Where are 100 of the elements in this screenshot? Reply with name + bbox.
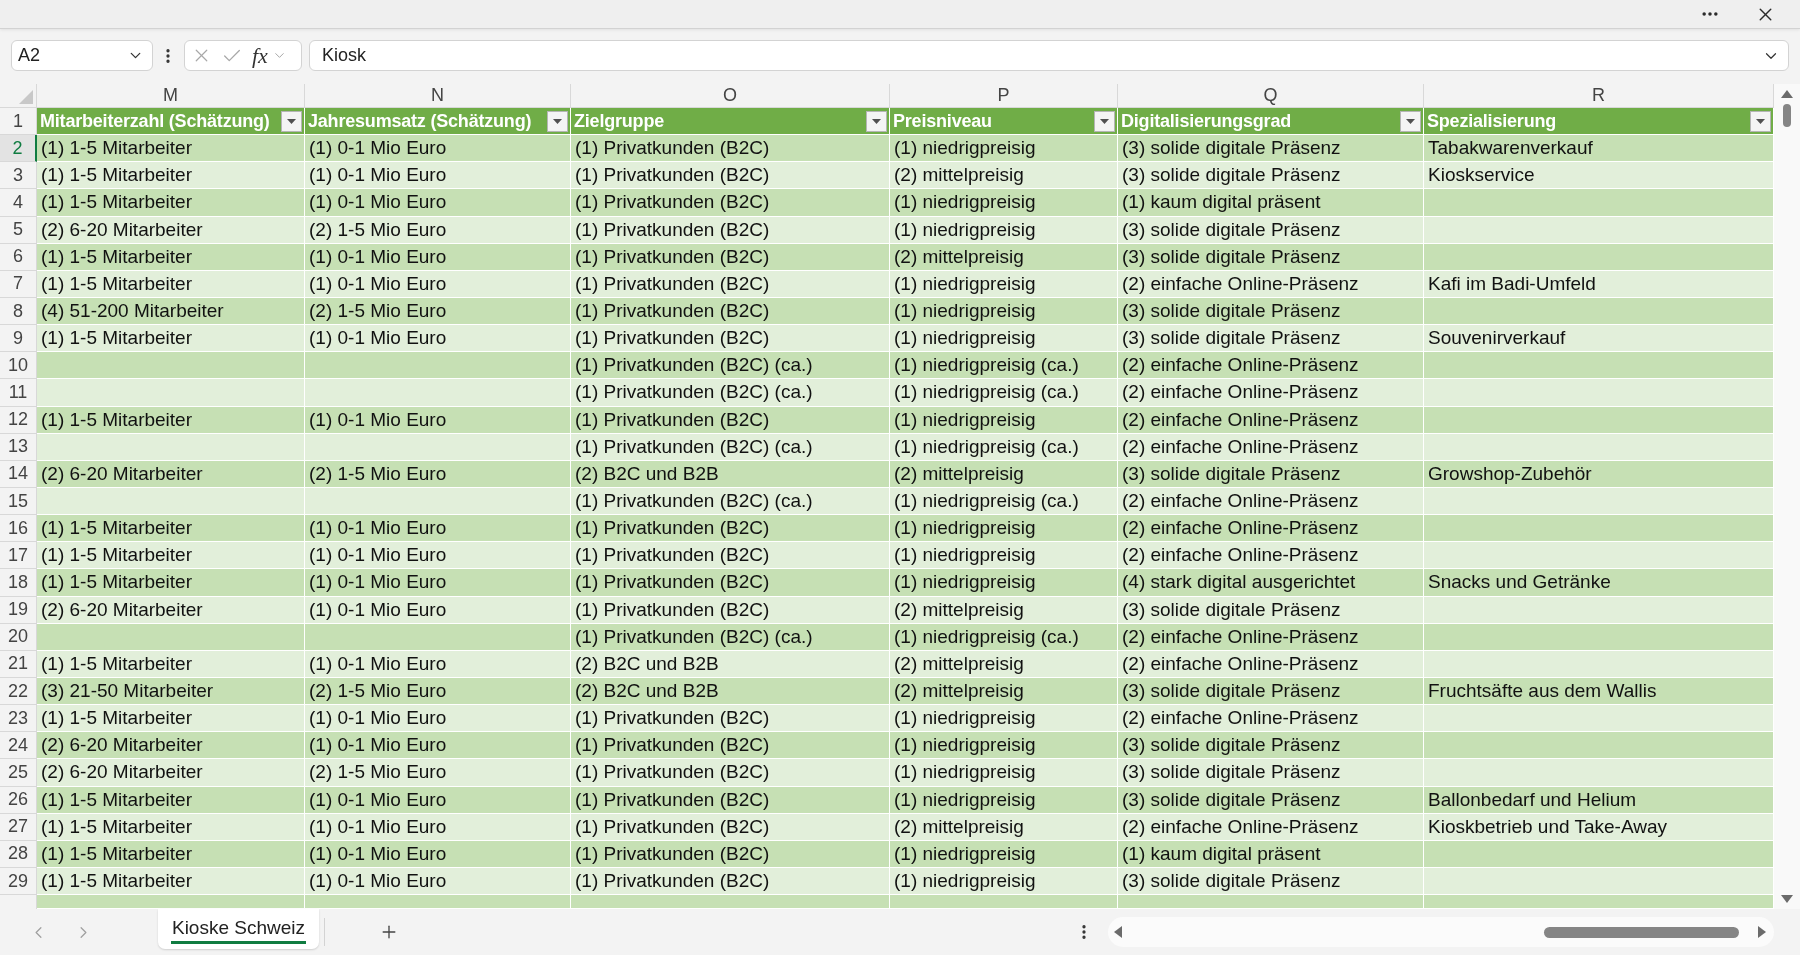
table-cell: (1) 1-5 Mitarbeiter (37, 515, 305, 543)
row-header[interactable]: 15 (0, 487, 37, 516)
filter-button[interactable] (866, 110, 887, 132)
column-header[interactable]: O (571, 84, 890, 108)
table-cell: (1) niedrigpreisig (890, 325, 1118, 353)
row-header[interactable]: 17 (0, 542, 37, 570)
row-header[interactable]: 21 (0, 650, 37, 678)
row-header[interactable]: 27 (0, 813, 37, 841)
table-cell: (1) 1-5 Mitarbeiter (37, 867, 305, 896)
table-cell: (1) Privatkunden (B2C) (571, 515, 890, 543)
column-header[interactable]: Q (1118, 84, 1424, 108)
table-cell: (1) niedrigpreisig (ca.) (890, 352, 1118, 380)
formula-field[interactable]: Kiosk (309, 40, 1789, 71)
column-header[interactable]: M (37, 84, 305, 108)
row-header[interactable]: 7 (0, 270, 37, 298)
table-cell: (1) 1-5 Mitarbeiter (37, 243, 305, 271)
table-cell: (2) einfache Online-Präsenz (1118, 623, 1424, 651)
row-header[interactable]: 24 (0, 732, 37, 760)
scroll-right-icon[interactable] (1758, 926, 1766, 938)
scroll-down-icon[interactable] (1781, 895, 1793, 903)
table-cell: (1) Privatkunden (B2C) (571, 135, 890, 163)
row-header[interactable]: 13 (0, 433, 37, 461)
table-cell: (1) 0-1 Mio Euro (305, 650, 571, 678)
table-cell: Kioskservice (1424, 162, 1774, 190)
table-cell: (1) niedrigpreisig (890, 135, 1118, 163)
scroll-up-icon[interactable] (1781, 90, 1793, 98)
table-cell: (1) Privatkunden (B2C) (ca.) (571, 433, 890, 461)
table-cell: (1) 1-5 Mitarbeiter (37, 786, 305, 814)
table-cell: (1) 0-1 Mio Euro (305, 867, 571, 896)
table-cell: (1) Privatkunden (B2C) (571, 705, 890, 733)
table-cell: (1) 0-1 Mio Euro (305, 705, 571, 733)
table-cell: (1) Privatkunden (B2C) (571, 813, 890, 841)
column-header[interactable]: R (1424, 84, 1774, 108)
table-cell: Snacks und Getränke (1424, 569, 1774, 597)
table-cell: (1) 1-5 Mitarbeiter (37, 406, 305, 434)
scrollbar-thumb[interactable] (1544, 926, 1739, 938)
table-cell: (3) solide digitale Präsenz (1118, 298, 1424, 326)
filter-button[interactable] (1094, 110, 1115, 132)
horizontal-scrollbar[interactable] (1108, 917, 1774, 947)
row-header[interactable]: 5 (0, 216, 37, 244)
table-cell: (4) stark digital ausgerichtet (1118, 569, 1424, 597)
row-header[interactable]: 1 (0, 108, 37, 136)
table-cell: (1) niedrigpreisig (890, 515, 1118, 543)
table-cell: (1) 0-1 Mio Euro (305, 189, 571, 217)
table-cell: (1) 1-5 Mitarbeiter (37, 270, 305, 298)
row-header[interactable]: 19 (0, 596, 37, 624)
table-cell: (1) 0-1 Mio Euro (305, 569, 571, 597)
table-cell: (3) solide digitale Präsenz (1118, 135, 1424, 163)
table-cell: (2) einfache Online-Präsenz (1118, 270, 1424, 298)
scrollbar-thumb[interactable] (1783, 104, 1791, 127)
table-cell: (1) niedrigpreisig (890, 705, 1118, 733)
filter-button[interactable] (1400, 110, 1421, 132)
row-header[interactable]: 18 (0, 569, 37, 597)
filter-button[interactable] (1750, 110, 1771, 132)
table-cell: (2) einfache Online-Präsenz (1118, 487, 1424, 516)
row-header[interactable]: 29 (0, 867, 37, 896)
table-cell: (4) 51-200 Mitarbeiter (37, 298, 305, 326)
filter-button[interactable] (281, 110, 302, 132)
sheet-tab[interactable]: Kioske Schweiz (158, 909, 319, 949)
vertical-scrollbar[interactable] (1774, 84, 1800, 909)
row-header[interactable]: 28 (0, 840, 37, 868)
row-header[interactable]: 2 (0, 135, 37, 163)
table-cell: (2) einfache Online-Präsenz (1118, 352, 1424, 380)
column-header[interactable]: N (305, 84, 571, 108)
table-cell: (1) niedrigpreisig (ca.) (890, 433, 1118, 461)
insert-function-button[interactable]: fx (252, 44, 268, 67)
table-cell: (2) 1-5 Mio Euro (305, 216, 571, 244)
table-cell: (1) Privatkunden (B2C) (571, 325, 890, 353)
table-cell: (1) Privatkunden (B2C) (571, 759, 890, 787)
row-header[interactable]: 26 (0, 786, 37, 814)
row-header[interactable]: 6 (0, 243, 37, 271)
table-cell: (1) niedrigpreisig (890, 298, 1118, 326)
row-header[interactable]: 22 (0, 677, 37, 706)
row-header[interactable]: 8 (0, 298, 37, 326)
table-cell: (3) 21-50 Mitarbeiter (37, 677, 305, 706)
table-cell: (2) 6-20 Mitarbeiter (37, 216, 305, 244)
row-header[interactable]: 4 (0, 189, 37, 217)
table-cell: Souvenirverkauf (1424, 325, 1774, 353)
row-header[interactable]: 14 (0, 460, 37, 488)
table-cell: (2) B2C und B2B (571, 650, 890, 678)
row-header[interactable]: 12 (0, 406, 37, 434)
row-header[interactable]: 16 (0, 515, 37, 543)
row-header[interactable]: 25 (0, 759, 37, 787)
scroll-left-icon[interactable] (1114, 926, 1122, 938)
row-header[interactable]: 11 (0, 379, 37, 407)
table-cell: (2) mittelpreisig (890, 813, 1118, 841)
table-cell: (1) 1-5 Mitarbeiter (37, 813, 305, 841)
name-box[interactable]: A2 (11, 40, 153, 71)
table-cell: (2) mittelpreisig (890, 460, 1118, 488)
table-cell: (1) 0-1 Mio Euro (305, 786, 571, 814)
row-header[interactable]: 10 (0, 352, 37, 380)
row-header[interactable]: 20 (0, 623, 37, 651)
row-header[interactable]: 23 (0, 705, 37, 733)
filter-button[interactable] (547, 110, 568, 132)
table-cell: (1) Privatkunden (B2C) (ca.) (571, 623, 890, 651)
column-header[interactable]: P (890, 84, 1118, 108)
row-header[interactable]: 3 (0, 162, 37, 190)
table-cell: (2) einfache Online-Präsenz (1118, 433, 1424, 461)
row-header[interactable]: 9 (0, 325, 37, 353)
table-cell: (1) 1-5 Mitarbeiter (37, 542, 305, 570)
